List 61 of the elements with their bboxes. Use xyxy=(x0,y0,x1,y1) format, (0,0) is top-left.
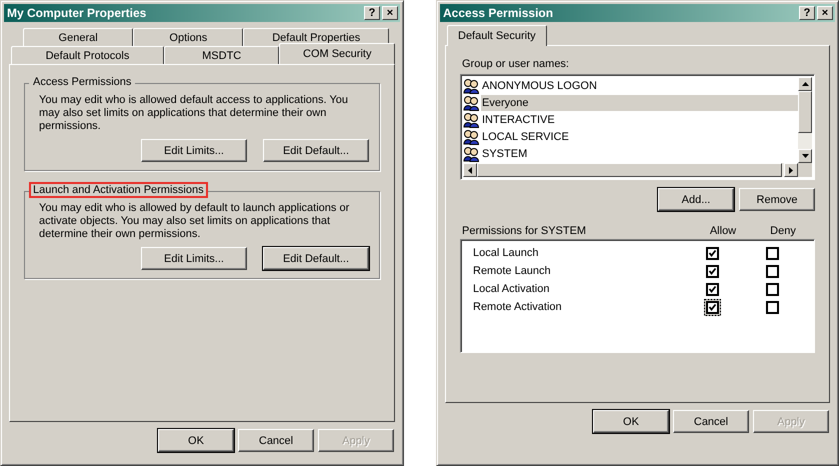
down-arrow-icon xyxy=(802,154,808,158)
user-group-icon xyxy=(463,78,480,94)
close-button[interactable]: × xyxy=(817,6,833,20)
user-group-icon xyxy=(463,112,480,128)
user-list-item[interactable]: SYSTEM xyxy=(463,146,798,162)
left-arrow-icon xyxy=(468,166,472,174)
tab[interactable]: General xyxy=(23,28,134,46)
permission-name: Remote Launch xyxy=(473,265,552,277)
horizontal-scrollbar[interactable] xyxy=(463,163,812,177)
checkbox[interactable] xyxy=(764,298,780,316)
checkbox[interactable] xyxy=(704,244,720,262)
edit-button[interactable]: Edit Default... xyxy=(263,139,369,162)
group-legend: Launch and Activation Permissions xyxy=(29,182,208,198)
user-button[interactable]: Remove xyxy=(739,188,815,211)
user-name: INTERACTIVE xyxy=(481,113,556,128)
window-title: My Computer Properties xyxy=(7,6,146,20)
dialog-button[interactable]: OK xyxy=(158,429,234,452)
help-button[interactable]: ? xyxy=(799,6,815,20)
tab[interactable]: Default Protocols xyxy=(11,46,164,64)
user-name: SYSTEM xyxy=(481,147,528,162)
user-group-icon xyxy=(463,95,480,111)
scrollbar-corner xyxy=(798,163,812,177)
column-header: Deny xyxy=(769,225,797,237)
description-text: You may edit who is allowed by default to launch applications or activate objects. You may also set limits on applications that determine their own permissions. xyxy=(39,202,350,241)
checkbox[interactable] xyxy=(764,280,780,298)
window-title: Access Permission xyxy=(443,6,554,20)
user-name: ANONYMOUS LOGON xyxy=(481,79,598,94)
dialog-button[interactable]: OK xyxy=(593,410,669,433)
user-button[interactable]: Add... xyxy=(658,188,734,211)
tab[interactable]: Options xyxy=(133,28,244,46)
edit-button[interactable]: Edit Default... xyxy=(263,247,369,270)
help-button[interactable]: ? xyxy=(364,6,380,20)
edit-button[interactable]: Edit Limits... xyxy=(141,247,247,270)
user-list-item[interactable]: INTERACTIVE xyxy=(463,112,798,128)
dialog-button[interactable]: Cancel xyxy=(238,429,314,452)
description-text: You may edit who is allowed default access to applications. You may also set limits on applications that determine their own permissions. xyxy=(39,94,350,133)
edit-button[interactable]: Edit Limits... xyxy=(141,139,247,162)
up-arrow-icon xyxy=(802,82,808,86)
permission-name: Local Activation xyxy=(473,283,550,295)
user-name: LOCAL SERVICE xyxy=(481,130,570,145)
right-arrow-icon xyxy=(789,166,793,174)
permission-name: Remote Activation xyxy=(473,301,563,313)
checkbox[interactable] xyxy=(704,280,720,298)
checkbox[interactable] xyxy=(704,298,720,316)
tab[interactable]: Default Security xyxy=(447,25,547,46)
user-list-item[interactable]: LOCAL SERVICE xyxy=(463,129,798,145)
dialog-button[interactable]: Cancel xyxy=(673,410,749,433)
close-button[interactable]: × xyxy=(382,6,398,20)
checkbox[interactable] xyxy=(704,262,720,280)
checkbox[interactable] xyxy=(764,244,780,262)
user-list-item[interactable]: ANONYMOUS LOGON xyxy=(463,78,798,94)
field-label: Group or user names: xyxy=(462,58,570,70)
user-group-icon xyxy=(463,129,480,145)
checkbox[interactable] xyxy=(764,262,780,280)
tab[interactable]: MSDTC xyxy=(164,46,280,64)
field-label: Permissions for SYSTEM xyxy=(462,225,588,237)
vertical-scrollbar[interactable] xyxy=(798,77,812,163)
tab[interactable]: COM Security xyxy=(279,43,395,64)
user-group-icon xyxy=(463,146,480,162)
column-header: Allow xyxy=(708,225,738,237)
permission-name: Local Launch xyxy=(473,247,540,259)
